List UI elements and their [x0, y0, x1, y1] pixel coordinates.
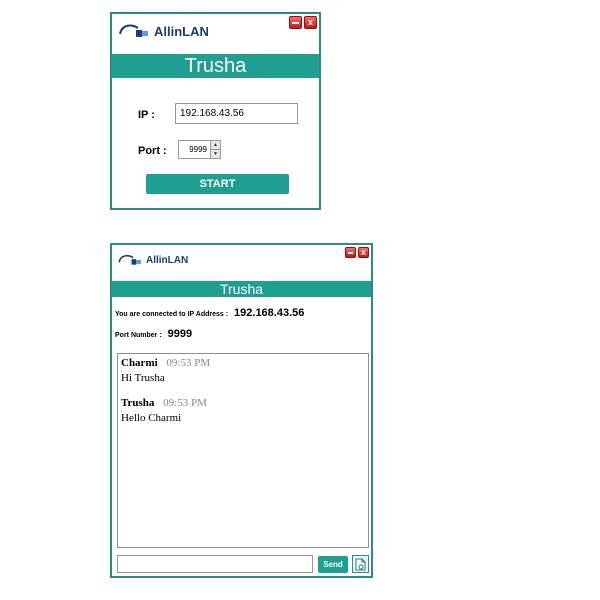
- chat-message: Trusha 09:53 PM Hello Charmi: [121, 397, 368, 424]
- port-number-label: Port Number :: [115, 332, 162, 339]
- app-logo: AllinLAN: [118, 22, 209, 40]
- chat-message: Charmi 09:53 PM Hi Trusha: [121, 357, 368, 384]
- message-input[interactable]: [117, 555, 313, 573]
- port-stepper-value: 9999: [189, 145, 207, 154]
- window-title: Trusha: [112, 54, 319, 78]
- message-text: Hello Charmi: [121, 412, 182, 424]
- connected-ip: 192.168.43.56: [234, 307, 305, 319]
- minimize-icon[interactable]: [345, 247, 356, 258]
- connected-label: You are connected to IP Address :: [115, 311, 229, 318]
- port-label: Port :: [138, 145, 167, 157]
- minimize-icon[interactable]: [289, 16, 302, 29]
- port-info: Port Number : 9999: [115, 328, 192, 340]
- chat-window: AllinLAN x Trusha You are connected to I…: [110, 243, 373, 578]
- ip-label: IP :: [138, 109, 155, 121]
- send-button[interactable]: Send: [318, 556, 348, 573]
- message-time: 09:53 PM: [163, 397, 207, 409]
- window-title: Trusha: [112, 281, 371, 297]
- spin-up-icon[interactable]: ▲: [211, 141, 220, 150]
- chat-log[interactable]: Charmi 09:53 PM Hi Trusha Trusha 09:53 P…: [117, 353, 369, 548]
- spin-down-icon[interactable]: ▼: [211, 150, 220, 158]
- ip-input[interactable]: 192.168.43.56: [175, 103, 298, 124]
- message-time: 09:53 PM: [166, 357, 211, 369]
- start-button[interactable]: START: [146, 174, 289, 194]
- connection-info: You are connected to IP Address : 192.16…: [115, 307, 304, 319]
- message-text: Hi Trusha: [121, 372, 165, 384]
- message-sender: Trusha: [121, 397, 155, 409]
- close-icon[interactable]: x: [304, 16, 317, 29]
- logo-text: AllinLAN: [146, 254, 189, 266]
- message-sender: Charmi: [121, 357, 158, 369]
- app-logo: AllinLAN: [117, 253, 188, 267]
- port-stepper[interactable]: 9999 ▲ ▼: [178, 140, 221, 159]
- network-cable-icon: [118, 254, 141, 265]
- window-controls: x: [289, 16, 317, 29]
- logo-text: AllinLAN: [154, 23, 209, 39]
- ip-input-value: 192.168.43.56: [180, 108, 244, 119]
- attach-file-icon: [355, 558, 366, 570]
- attach-button[interactable]: [352, 555, 369, 573]
- login-window: AllinLAN x Trusha IP : 192.168.43.56 Por…: [110, 12, 321, 210]
- network-cable-icon: [119, 24, 148, 37]
- window-controls: x: [345, 247, 369, 258]
- close-icon[interactable]: x: [358, 247, 369, 258]
- port-number-value: 9999: [167, 328, 193, 340]
- port-spinner: ▲ ▼: [210, 141, 220, 158]
